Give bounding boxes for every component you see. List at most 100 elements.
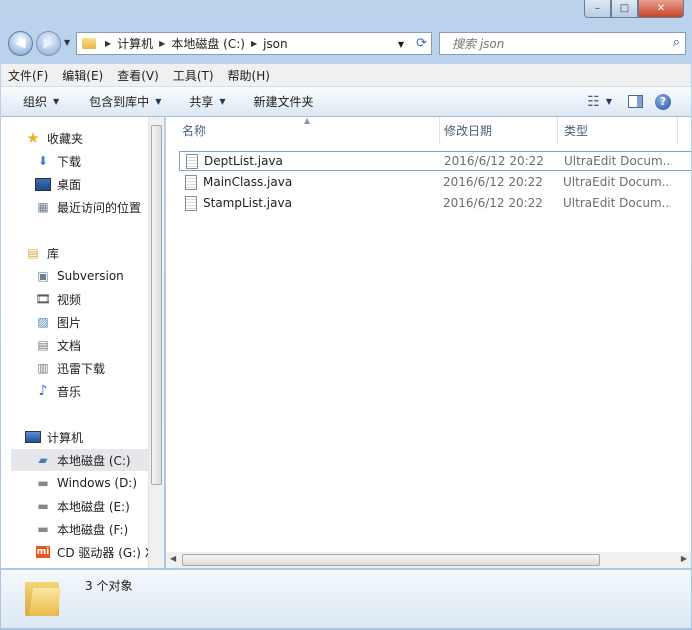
hard-drive-icon: ▬ <box>37 522 49 536</box>
library-icon: ▤ <box>27 246 39 260</box>
forward-arrow-icon: ▶ <box>43 36 54 51</box>
cd-drive-icon: mi <box>36 546 50 558</box>
search-icon[interactable]: ⌕ <box>673 35 680 50</box>
scroll-right-icon[interactable]: ▶ <box>681 554 687 563</box>
column-header-date[interactable]: 修改日期 <box>440 117 558 144</box>
documents-icon: ▤ <box>37 338 49 352</box>
breadcrumb-computer[interactable]: 计算机 <box>114 35 156 52</box>
command-bar-right: ☷ ▼ ? <box>587 87 691 116</box>
nav-favorites-label: 收藏夹 <box>47 131 84 146</box>
search-box: ⌕ <box>439 32 686 55</box>
nav-item-label: 最近访问的位置 <box>57 200 142 215</box>
nav-item-desktop[interactable]: 桌面 <box>35 173 164 195</box>
menu-help[interactable]: 帮助(H) <box>221 67 277 84</box>
sort-ascending-icon: ▲ <box>304 117 311 125</box>
nav-item-drive-c[interactable]: ▰ 本地磁盘 (C:) <box>11 449 148 471</box>
breadcrumb-separator-icon[interactable]: ▶ <box>156 39 168 48</box>
nav-item-thunder-downloads[interactable]: ▥ 迅雷下载 <box>35 357 164 379</box>
menu-view[interactable]: 查看(V) <box>110 67 166 84</box>
address-history-dropdown-icon[interactable]: ▼ <box>398 40 404 49</box>
address-bar[interactable]: ▶ 计算机 ▶ 本地磁盘 (C:) ▶ json ▼ ⟳ <box>76 32 432 55</box>
scroll-left-icon[interactable]: ◀ <box>170 554 176 563</box>
nav-item-label: 迅雷下载 <box>57 361 106 376</box>
column-header-name[interactable]: ▲ 名称 <box>166 117 440 144</box>
nav-item-drive-f[interactable]: ▬ 本地磁盘 (F:) <box>35 518 164 540</box>
recent-places-icon: ▦ <box>37 200 49 214</box>
hard-drive-icon: ▬ <box>37 476 49 490</box>
view-options-icon[interactable]: ☷ <box>587 94 600 110</box>
horizontal-scrollbar-thumb[interactable] <box>182 554 600 566</box>
maximize-button[interactable]: □ <box>611 0 638 18</box>
breadcrumb-drive-c[interactable]: 本地磁盘 (C:) <box>168 35 248 52</box>
nav-item-drive-d[interactable]: ▬ Windows (D:) <box>35 472 164 494</box>
menu-tools[interactable]: 工具(T) <box>166 67 221 84</box>
nav-item-label: 文档 <box>57 338 82 353</box>
file-date: 2016/6/12 20:22 <box>443 196 543 210</box>
nav-favorites[interactable]: ★ 收藏夹 <box>25 127 164 149</box>
breadcrumb-json[interactable]: json <box>260 37 291 51</box>
share-button[interactable]: 共享 ▼ <box>171 93 235 110</box>
nav-item-pictures[interactable]: ▨ 图片 <box>35 311 164 333</box>
desktop-icon <box>35 177 51 191</box>
nav-libraries[interactable]: ▤ 库 <box>25 242 164 264</box>
table-row[interactable]: StampList.java 2016/6/12 20:22 UltraEdit… <box>179 193 691 213</box>
view-options-dropdown[interactable]: ▼ <box>606 97 612 106</box>
java-file-icon <box>185 195 197 211</box>
file-type: UltraEdit Docum... <box>564 154 672 168</box>
nav-item-videos[interactable]: 🎞 视频 <box>35 288 164 310</box>
caption-buttons: – □ ✕ <box>584 0 684 18</box>
nav-item-drive-e[interactable]: ▬ 本地磁盘 (E:) <box>35 495 164 517</box>
menu-bar: 文件(F) 编辑(E) 查看(V) 工具(T) 帮助(H) <box>1 64 691 87</box>
nav-item-label: 图片 <box>57 315 82 330</box>
nav-item-cd-drive-g[interactable]: mi CD 驱动器 (G:) X <box>35 541 164 563</box>
hard-drive-icon: ▬ <box>37 499 49 513</box>
nav-item-music[interactable]: ♪ 音乐 <box>35 380 164 402</box>
address-row: ◀ ▶ ▼ ▶ 计算机 ▶ 本地磁盘 (C:) ▶ json ▼ ⟳ ⌕ <box>0 28 692 62</box>
chevron-down-icon: ▼ <box>219 97 226 106</box>
nav-item-downloads[interactable]: ⬇ 下载 <box>35 150 164 172</box>
nav-item-label: Windows (D:) <box>57 476 138 490</box>
chevron-down-icon: ▼ <box>155 97 162 106</box>
column-header-type[interactable]: 类型 <box>558 117 678 144</box>
forward-button[interactable]: ▶ <box>36 31 61 56</box>
refresh-icon[interactable]: ⟳ <box>416 36 427 51</box>
back-button[interactable]: ◀ <box>8 31 33 56</box>
include-in-library-label: 包含到库中 <box>89 95 150 109</box>
star-icon: ★ <box>26 129 40 147</box>
nav-item-documents[interactable]: ▤ 文档 <box>35 334 164 356</box>
nav-item-label: 桌面 <box>57 177 82 192</box>
navigation-scrollbar[interactable] <box>148 117 164 568</box>
help-icon[interactable]: ? <box>655 93 671 110</box>
nav-item-subversion[interactable]: ▣ Subversion <box>35 265 164 287</box>
chevron-down-icon: ▼ <box>605 97 612 106</box>
minimize-button[interactable]: – <box>584 0 611 18</box>
horizontal-scrollbar[interactable]: ◀ ▶ <box>166 552 691 568</box>
windows-drive-icon: ▰ <box>38 453 48 467</box>
menu-edit[interactable]: 编辑(E) <box>55 67 110 84</box>
subversion-library-icon: ▣ <box>37 269 49 283</box>
folder-icon <box>25 578 61 616</box>
breadcrumb-separator-icon[interactable]: ▶ <box>102 39 114 48</box>
item-count: 3 个对象 <box>85 579 133 593</box>
command-bar: 组织 ▼ 包含到库中 ▼ 共享 ▼ 新建文件夹 ☷ ▼ ? <box>1 87 691 117</box>
close-button[interactable]: ✕ <box>638 0 684 18</box>
breadcrumb-separator-icon[interactable]: ▶ <box>248 39 260 48</box>
menu-file[interactable]: 文件(F) <box>1 67 55 84</box>
organize-button[interactable]: 组织 ▼ <box>1 93 69 110</box>
nav-item-label: 视频 <box>57 292 82 307</box>
recent-pages-dropdown[interactable]: ▼ <box>64 38 70 47</box>
include-in-library-button[interactable]: 包含到库中 ▼ <box>69 93 171 110</box>
nav-computer[interactable]: 计算机 <box>25 426 164 448</box>
navigation-scrollbar-thumb[interactable] <box>151 125 162 485</box>
pictures-icon: ▨ <box>37 315 49 329</box>
table-row[interactable]: MainClass.java 2016/6/12 20:22 UltraEdit… <box>179 172 691 192</box>
column-header-label: 修改日期 <box>444 124 493 138</box>
nav-item-label: 音乐 <box>57 384 82 399</box>
search-input[interactable] <box>450 36 654 52</box>
file-name: StampList.java <box>203 196 292 210</box>
thunder-downloads-icon: ▥ <box>37 361 49 375</box>
nav-item-recent-places[interactable]: ▦ 最近访问的位置 <box>35 196 164 218</box>
table-row[interactable]: DeptList.java 2016/6/12 20:22 UltraEdit … <box>179 151 691 171</box>
new-folder-button[interactable]: 新建文件夹 <box>236 93 324 110</box>
preview-pane-icon[interactable] <box>628 95 643 108</box>
